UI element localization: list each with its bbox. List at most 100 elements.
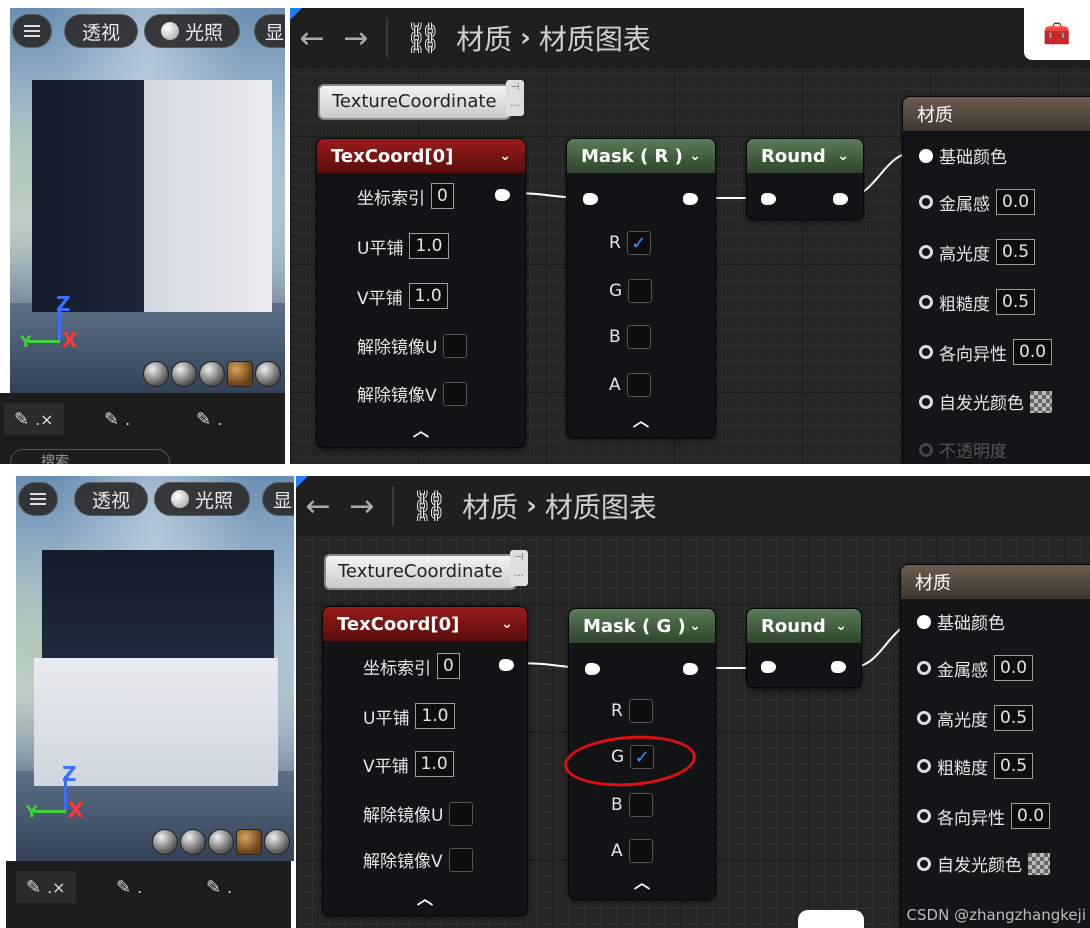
material-graph[interactable]: ← → ⛓ 材质 › 材质图表 🧰 TextureCoordinate ⊣… T…	[290, 8, 1090, 464]
tab-details-2[interactable]: ✎.	[116, 871, 142, 903]
texcoord-output-pin[interactable]	[495, 189, 510, 201]
forward-arrow-icon[interactable]: →	[340, 489, 384, 524]
unmirror-v-checkbox[interactable]	[442, 381, 467, 406]
chevron-down-icon[interactable]: ⌄	[501, 616, 513, 632]
collapse-arrow-icon[interactable]: ︿	[569, 869, 715, 893]
unmirror-v-checkbox[interactable]	[448, 847, 473, 872]
viewport-menu-button[interactable]	[18, 482, 58, 516]
emissive-pin[interactable]	[919, 394, 933, 409]
back-arrow-icon[interactable]: ←	[290, 21, 334, 56]
mask-input-pin[interactable]	[583, 193, 598, 205]
mask-b-checkbox[interactable]	[626, 325, 651, 349]
anisotropy-field[interactable]: 0.0	[1013, 339, 1053, 365]
mask-r-checkbox[interactable]: ✓	[626, 231, 651, 255]
anisotropy-pin[interactable]	[919, 345, 933, 359]
round-input-pin[interactable]	[761, 661, 776, 673]
anisotropy-pin[interactable]	[917, 809, 931, 823]
plane-icon[interactable]	[208, 829, 234, 855]
pin-icon[interactable]: ⊣…	[510, 550, 528, 586]
cube-icon[interactable]	[227, 361, 253, 387]
specular-field[interactable]: 0.5	[994, 705, 1034, 731]
search-input[interactable]: 搜索	[10, 449, 170, 464]
roughness-field[interactable]: 0.5	[996, 289, 1036, 315]
mask-g-checkbox[interactable]	[628, 279, 653, 303]
round-output-pin[interactable]	[831, 661, 846, 673]
round-node[interactable]: Round ⌄	[746, 608, 862, 688]
plane-icon[interactable]	[199, 361, 225, 387]
texcoord-node[interactable]: TexCoord[0] ⌄ 坐标索引 0 U平铺 1.0 V平铺 1.0 解除镜像U 解…	[316, 138, 526, 448]
show-button[interactable]: 显	[254, 14, 285, 48]
specular-field[interactable]: 0.5	[996, 239, 1036, 265]
round-output-pin[interactable]	[833, 193, 848, 205]
unmirror-u-checkbox[interactable]	[443, 333, 468, 358]
teapot-icon[interactable]	[264, 829, 290, 855]
viewport[interactable]: 透视 光照 显 Z X Y	[10, 8, 285, 393]
texcoord-node[interactable]: TexCoord[0] ⌄ 坐标索引 0 U平铺 1.0 V平铺 1.0 解除镜像U 解…	[322, 606, 528, 916]
teapot-icon[interactable]	[255, 361, 281, 387]
mask-b-checkbox[interactable]	[628, 793, 653, 817]
texture-coordinate-comment[interactable]: TextureCoordinate	[324, 554, 517, 590]
tab-details-1[interactable]: ✎ .×	[4, 403, 64, 435]
u-tiling-field[interactable]: 1.0	[409, 233, 449, 259]
mask-a-checkbox[interactable]	[628, 839, 653, 863]
chevron-down-icon[interactable]: ⌄	[689, 148, 701, 164]
specular-pin[interactable]	[917, 711, 931, 725]
round-node[interactable]: Round ⌄	[746, 138, 864, 220]
anisotropy-field[interactable]: 0.0	[1011, 803, 1051, 829]
viewport-menu-button[interactable]	[12, 14, 52, 48]
lighting-button[interactable]: 光照	[154, 482, 250, 516]
checker-swatch-icon[interactable]	[1028, 852, 1050, 875]
breadcrumb-material-graph[interactable]: 材质图表	[545, 486, 657, 526]
emissive-pin[interactable]	[917, 856, 931, 871]
chevron-down-icon[interactable]: ⌄	[837, 148, 849, 164]
material-node[interactable]: 材质 基础颜色 金属感 0.0 高光度 0.5 粗糙度 0.5 各向异性 0.0 自发光…	[902, 96, 1090, 464]
back-arrow-icon[interactable]: ←	[296, 489, 340, 524]
mask-input-pin[interactable]	[585, 663, 600, 675]
metallic-pin[interactable]	[917, 661, 931, 675]
v-tiling-field[interactable]: 1.0	[414, 751, 454, 777]
roughness-pin[interactable]	[917, 759, 931, 773]
coord-index-field[interactable]: 0	[431, 183, 454, 209]
collapse-arrow-icon[interactable]: ︿	[567, 407, 715, 431]
mask-node[interactable]: Mask ( R ) ⌄ R ✓ G B A ︿	[566, 138, 716, 438]
texcoord-output-pin[interactable]	[499, 659, 514, 671]
sphere-preview-icon[interactable]	[171, 361, 197, 387]
collapse-arrow-icon[interactable]: ︿	[317, 417, 525, 441]
checker-swatch-icon[interactable]	[1030, 390, 1052, 413]
roughness-pin[interactable]	[919, 295, 933, 309]
cylinder-icon[interactable]	[152, 829, 178, 855]
mask-a-checkbox[interactable]	[626, 373, 651, 397]
collapse-arrow-icon[interactable]: ︿	[323, 885, 527, 909]
mask-output-pin[interactable]	[683, 193, 698, 205]
sphere-preview-icon[interactable]	[180, 829, 206, 855]
forward-arrow-icon[interactable]: →	[334, 21, 378, 56]
material-node[interactable]: 材质 基础颜色 金属感 0.0 高光度 0.5 粗糙度 0.5 各向异性 0.0 自发光…	[900, 564, 1090, 928]
texture-coordinate-comment[interactable]: TextureCoordinate	[318, 84, 511, 120]
tab-details-3[interactable]: ✎.	[206, 871, 232, 903]
unmirror-u-checkbox[interactable]	[449, 801, 474, 826]
cylinder-icon[interactable]	[143, 361, 169, 387]
perspective-button[interactable]: 透视	[74, 482, 148, 516]
tab-details-1[interactable]: ✎ .×	[16, 871, 76, 903]
mask-r-checkbox[interactable]	[628, 699, 653, 723]
lighting-button[interactable]: 光照	[144, 14, 240, 48]
base-color-pin[interactable]	[919, 148, 933, 163]
roughness-field[interactable]: 0.5	[994, 753, 1034, 779]
round-input-pin[interactable]	[761, 193, 776, 205]
pin-icon[interactable]: ⊣…	[506, 80, 524, 116]
cube-icon[interactable]	[236, 829, 262, 855]
coord-index-field[interactable]: 0	[437, 653, 460, 679]
chevron-down-icon[interactable]: ⌄	[499, 148, 511, 164]
tab-details-3[interactable]: ✎.	[196, 403, 222, 435]
breadcrumb-material[interactable]: 材质	[456, 18, 512, 58]
chevron-down-icon[interactable]: ⌄	[689, 618, 701, 634]
metallic-pin[interactable]	[919, 195, 933, 209]
metallic-field[interactable]: 0.0	[996, 189, 1036, 215]
material-graph[interactable]: ← → ⛓ 材质 › 材质图表 TextureCoordinate ⊣… Tex…	[296, 476, 1090, 928]
breadcrumb-material[interactable]: 材质	[462, 486, 518, 526]
show-button[interactable]: 显	[262, 482, 294, 516]
breadcrumb-material-graph[interactable]: 材质图表	[539, 18, 651, 58]
base-color-pin[interactable]	[917, 614, 931, 629]
mask-output-pin[interactable]	[683, 663, 698, 675]
v-tiling-field[interactable]: 1.0	[408, 283, 448, 309]
